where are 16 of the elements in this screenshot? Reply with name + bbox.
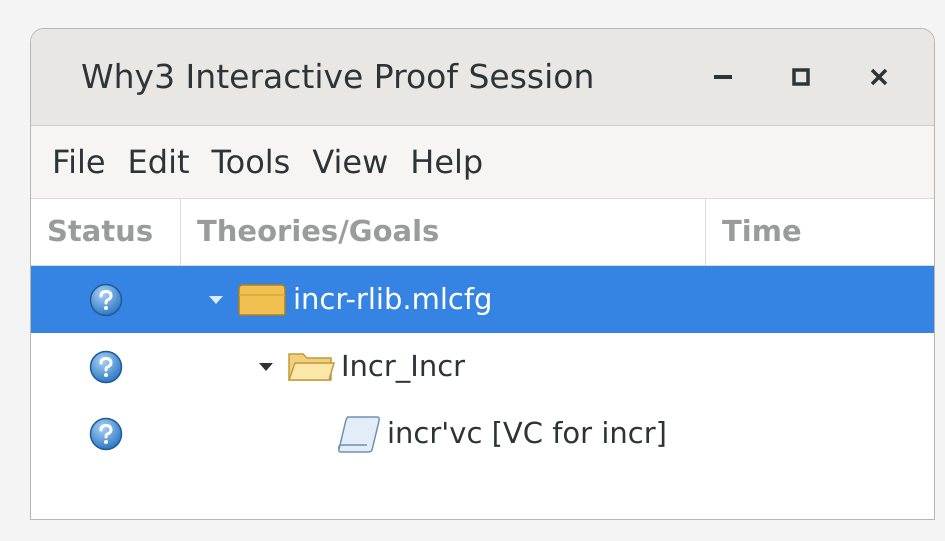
tree-row[interactable]: incr-rlib.mlcfg <box>31 266 934 333</box>
tree-label: Incr_Incr <box>341 348 466 385</box>
minimize-icon <box>714 75 732 79</box>
menu-item[interactable]: Edit <box>116 138 201 186</box>
close-icon <box>870 68 888 86</box>
menu-item[interactable]: Help <box>399 138 494 186</box>
window-title: Why3 Interactive Proof Session <box>81 56 596 98</box>
menu-item[interactable]: Tools <box>200 138 302 186</box>
maximize-icon <box>792 68 810 86</box>
scroll-icon <box>337 414 381 454</box>
menu-item[interactable]: View <box>301 138 400 186</box>
tree-label: incr'vc [VC for incr] <box>387 414 667 452</box>
folder-icon <box>237 282 287 316</box>
tree-label: incr-rlib.mlcfg <box>293 280 492 318</box>
expander-icon[interactable] <box>258 360 274 372</box>
menu-item[interactable]: File <box>41 138 117 186</box>
